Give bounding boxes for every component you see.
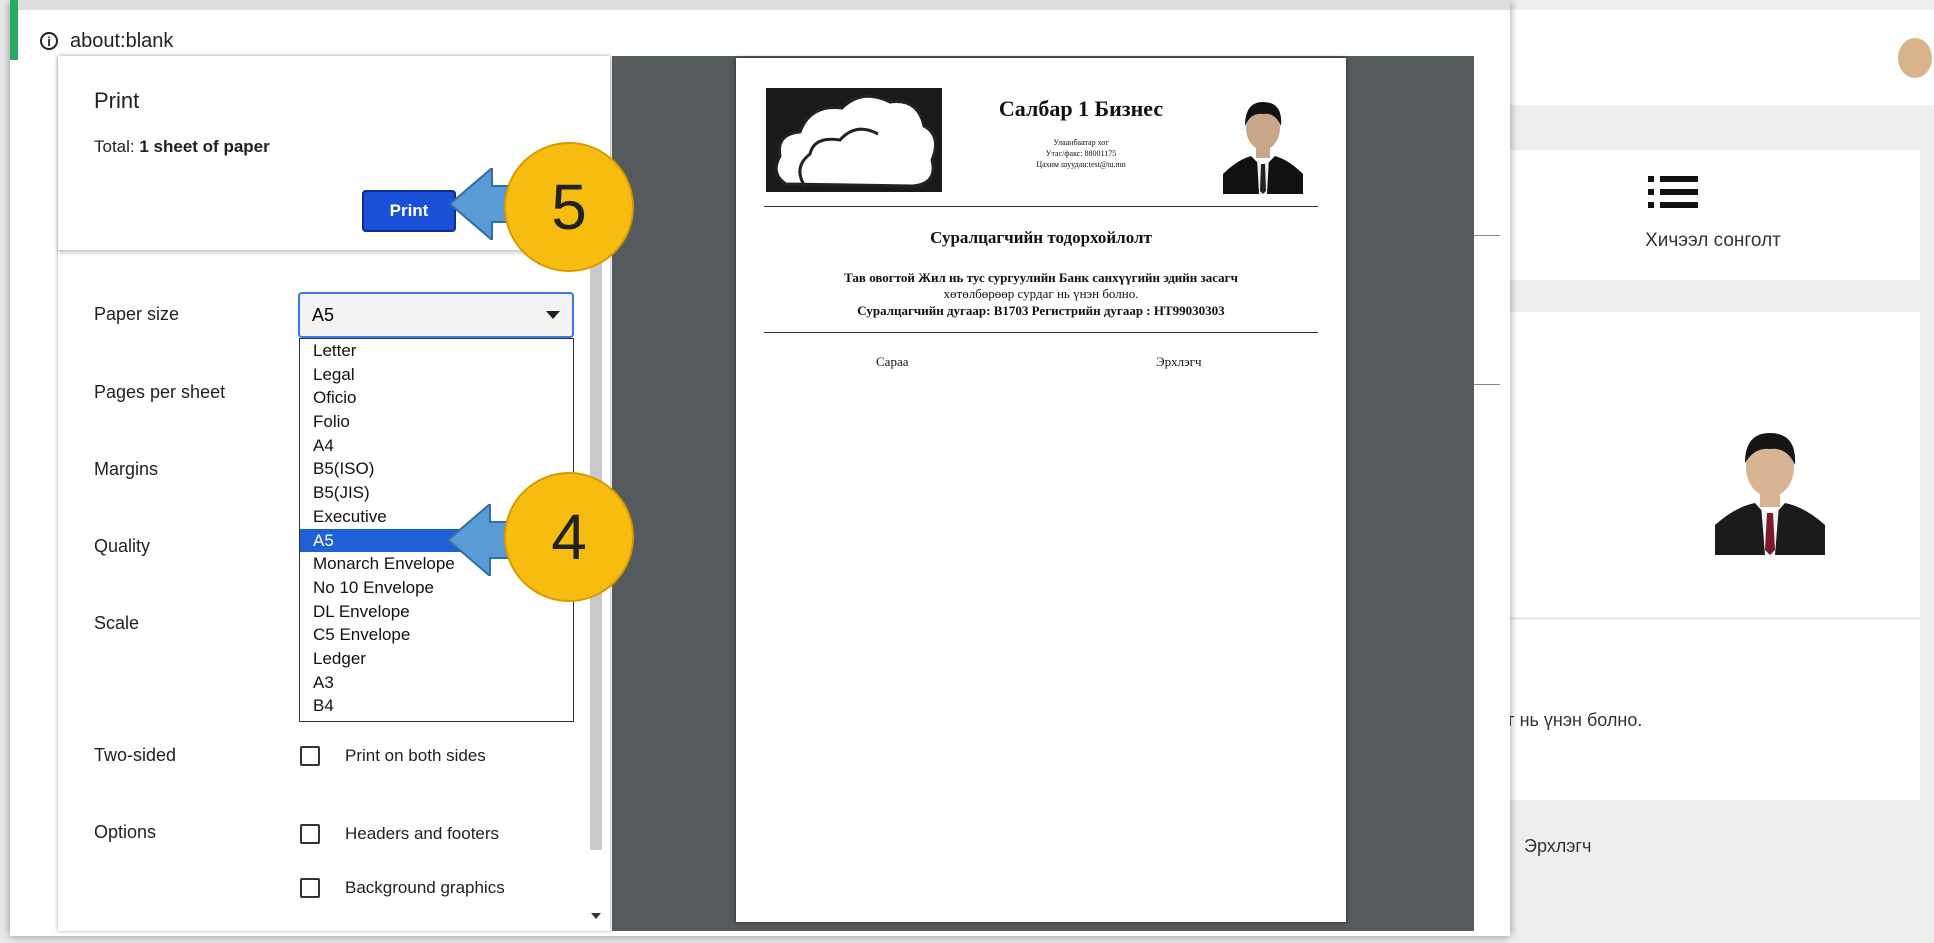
total-prefix: Total: xyxy=(94,137,140,156)
company-name: Салбар 1 Бизнес xyxy=(998,96,1164,121)
two-sided-option-label[interactable]: Print on both sides xyxy=(345,746,486,766)
headers-footers-label[interactable]: Headers and footers xyxy=(345,824,499,844)
paper-size-option[interactable]: C5 Envelope xyxy=(300,623,573,647)
background-sign: Эрхлэгч xyxy=(1524,836,1592,856)
contact-email: Цахим шуудан:test@tu.mn xyxy=(1036,160,1126,169)
background-graphics-checkbox[interactable] xyxy=(300,878,320,898)
margins-label: Margins xyxy=(94,459,159,479)
student-card xyxy=(1508,312,1920,617)
options-label: Options xyxy=(94,822,157,842)
sign-right: Эрхлэгч xyxy=(1156,354,1202,369)
print-button[interactable]: Print xyxy=(362,190,456,232)
body-divider xyxy=(764,332,1318,333)
body-line-3: Суралцагчийн дугаар: B1703 Регистрийн ду… xyxy=(857,303,1225,318)
paper-size-option[interactable]: Legal xyxy=(300,363,573,387)
total-sheets: Total: 1 sheet of paper xyxy=(94,137,270,157)
student-portrait xyxy=(1223,96,1303,194)
paper-size-option[interactable]: Ledger xyxy=(300,647,573,671)
paper-size-option[interactable]: A3 xyxy=(300,671,573,695)
partial-text: г нь үнэн болно. xyxy=(1508,710,1643,730)
paper-size-select[interactable]: A5 xyxy=(298,292,574,338)
step-4-marker: 4 xyxy=(504,472,634,602)
window-edge-line xyxy=(1474,235,1500,236)
course-selection-card[interactable]: Хичээл сонголт xyxy=(1508,150,1920,280)
paper-size-option[interactable]: Folio xyxy=(300,410,573,434)
two-sided-label: Two-sided xyxy=(94,745,177,765)
scale-label: Scale xyxy=(94,613,140,633)
body-line-1: Тав овогтой Жил нь тус сургуулийн Банк с… xyxy=(844,270,1238,285)
quality-label: Quality xyxy=(94,536,151,556)
paper-size-option[interactable]: B4 xyxy=(300,694,573,718)
background-topbar xyxy=(1508,10,1934,105)
header-divider xyxy=(764,206,1318,207)
headers-footers-checkbox[interactable] xyxy=(300,824,320,844)
paper-size-value: A5 xyxy=(312,304,335,325)
paper-size-option[interactable]: DL Envelope xyxy=(300,600,573,624)
window-edge-line xyxy=(1474,384,1500,385)
info-icon[interactable]: i xyxy=(40,32,58,50)
body-line-2: хөтөлбөрөөр сурдаг нь үнэн болно. xyxy=(943,286,1139,301)
paper-size-label: Paper size xyxy=(94,304,180,324)
avatar xyxy=(1898,38,1932,78)
step-5-marker: 5 xyxy=(504,142,634,272)
course-selection-label: Хичээл сонголт xyxy=(1645,230,1781,251)
paper-size-option[interactable]: A4 xyxy=(300,434,573,458)
address-bar[interactable]: i about:blank xyxy=(10,24,610,58)
pages-per-sheet-label: Pages per sheet xyxy=(94,382,226,402)
paper-size-option[interactable]: B5(ISO) xyxy=(300,457,573,481)
list-icon xyxy=(1648,172,1700,216)
chevron-down-icon xyxy=(546,311,560,319)
paper-size-option[interactable]: Letter xyxy=(300,339,573,363)
sign-left: Сараа xyxy=(876,354,909,369)
paper-size-option[interactable]: Oficio xyxy=(300,386,573,410)
contact-phone: Утас/факс: 88001175 xyxy=(1045,149,1117,158)
contact-city: Улаанбаатар хот xyxy=(1053,138,1109,147)
window-titlebar xyxy=(10,0,1510,10)
preview-page: Салбар 1 Бизнес Улаанбаатар хот Утас/фак… xyxy=(736,58,1346,922)
student-photo xyxy=(1715,425,1825,555)
total-value: 1 sheet of paper xyxy=(139,137,270,156)
student-text-card: г нь үнэн болно. xyxy=(1508,620,1920,800)
scroll-down-arrow-icon[interactable] xyxy=(591,913,601,919)
address-text: about:blank xyxy=(70,29,174,52)
cloud-logo xyxy=(766,88,942,192)
document-title: Суралцагчийн тодорхойлолт xyxy=(930,228,1152,247)
background-graphics-label[interactable]: Background graphics xyxy=(345,878,505,898)
print-title: Print xyxy=(94,88,140,113)
two-sided-checkbox[interactable] xyxy=(300,746,320,766)
